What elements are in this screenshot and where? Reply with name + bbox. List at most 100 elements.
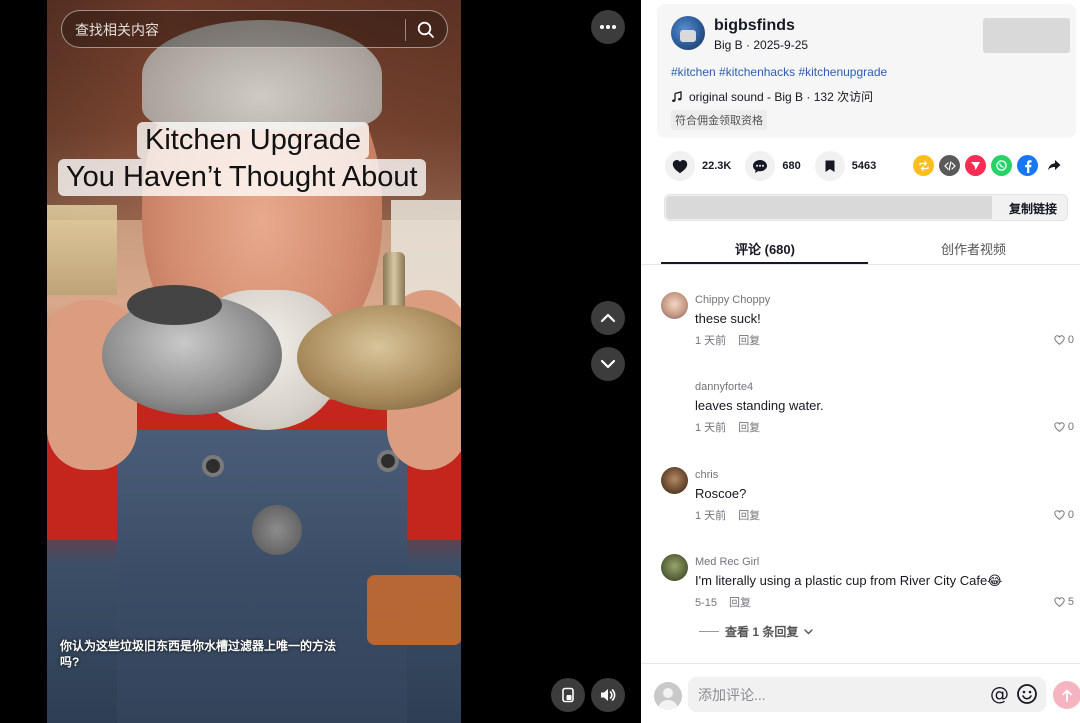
search-bar[interactable]	[61, 10, 448, 48]
reply-button[interactable]: 回复	[738, 422, 760, 434]
like-count: 22.3K	[702, 160, 732, 172]
video-leather-strap	[367, 575, 461, 645]
ellipsis-icon	[600, 25, 616, 29]
action-bar: 22.3K 680 5463	[665, 150, 890, 182]
comment-text: Roscoe?	[695, 486, 747, 501]
comment-meta: 5-15 回复	[695, 594, 751, 610]
hashtag-link[interactable]: #kitchen	[671, 65, 716, 79]
code-icon	[943, 160, 956, 171]
panel-tabs: 评论 (680) 创作者视频	[641, 231, 1080, 265]
hashtag-link[interactable]: #kitchenhacks	[719, 65, 795, 79]
share-link-field[interactable]	[666, 196, 992, 219]
save-button[interactable]: 5463	[814, 151, 877, 181]
arrow-up-icon	[1062, 689, 1072, 702]
tab-creator-videos[interactable]: 创作者视频	[941, 239, 1006, 258]
video-strainer-knob	[127, 285, 222, 325]
comment-like-count: 0	[1067, 421, 1074, 433]
mini-player-button[interactable]	[551, 678, 585, 712]
view-replies-label: 查看 1 条回复	[725, 625, 799, 639]
comment-composer: @	[641, 663, 1080, 723]
comment-meta: 1 天前 回复	[695, 507, 760, 523]
comment-bubble-icon	[753, 159, 768, 173]
facebook-share-button[interactable]	[1017, 155, 1038, 176]
comment-meta: 1 天前 回复	[695, 332, 760, 348]
repost-button[interactable]	[913, 155, 934, 176]
video-title-line-2: You Haven’t Thought About	[58, 159, 426, 196]
hashtag-link[interactable]: #kitchenupgrade	[798, 65, 887, 79]
commenter-name[interactable]: chris	[695, 469, 718, 481]
comment-date: 1 天前	[695, 335, 727, 347]
tiktok-video-page: Kitchen Upgrade You Haven’t Thought Abou…	[0, 0, 1080, 723]
comment-like-count: 5	[1067, 596, 1074, 608]
comment-date: 1 天前	[695, 510, 727, 522]
previous-video-button[interactable]	[591, 301, 625, 335]
author-avatar[interactable]	[671, 16, 705, 50]
commission-badge: 符合佣金领取资格	[671, 110, 767, 130]
save-count: 5463	[851, 160, 877, 172]
emoji-icon[interactable]	[1016, 683, 1038, 705]
volume-button[interactable]	[591, 678, 625, 712]
follow-button[interactable]	[983, 18, 1070, 53]
commenter-name[interactable]: Med Rec Girl	[695, 556, 759, 568]
send-icon	[971, 162, 980, 170]
picture-in-picture-icon	[562, 687, 574, 703]
current-user-avatar[interactable]	[654, 682, 682, 710]
commenter-avatar[interactable]	[661, 554, 688, 581]
search-input[interactable]	[75, 20, 375, 40]
reply-button[interactable]: 回复	[738, 335, 760, 347]
music-info[interactable]: original sound - Big B · 132 次访问	[671, 88, 873, 105]
reply-button[interactable]: 回复	[729, 597, 751, 609]
mention-button[interactable]: @	[990, 683, 1009, 705]
speaker-icon	[601, 689, 616, 701]
commenter-avatar[interactable]	[661, 467, 688, 494]
heart-outline-icon	[1054, 597, 1065, 607]
author-subline: Big B · 2025-9-25	[714, 38, 809, 52]
send-to-friend-button[interactable]	[965, 155, 986, 176]
facebook-icon	[1024, 159, 1032, 173]
comment-input[interactable]	[698, 685, 978, 705]
comment-count: 680	[782, 160, 801, 172]
replies-divider	[699, 631, 719, 632]
video-stage: Kitchen Upgrade You Haven’t Thought Abou…	[0, 0, 641, 723]
view-replies-button[interactable]: 查看 1 条回复	[699, 623, 814, 640]
comment-input-box[interactable]: @	[688, 677, 1046, 712]
more-share-button[interactable]	[1043, 155, 1064, 176]
comment-like-button[interactable]: 0	[1054, 509, 1074, 521]
send-comment-button[interactable]	[1053, 681, 1080, 709]
comment-like-button[interactable]: 0	[1054, 334, 1074, 346]
video-apron	[117, 430, 407, 723]
share-row	[913, 155, 1064, 176]
comment-like-count: 0	[1067, 509, 1074, 521]
comment-button[interactable]: 680	[745, 151, 801, 181]
details-panel: bigbsfinds Big B · 2025-9-25 #kitchen #k…	[641, 0, 1080, 723]
video-window	[47, 205, 117, 295]
save-icon-wrap	[814, 151, 845, 181]
embed-button[interactable]	[939, 155, 960, 176]
commenter-name[interactable]: Chippy Choppy	[695, 294, 770, 306]
more-options-button[interactable]	[591, 10, 625, 44]
author-username[interactable]: bigbsfinds	[714, 17, 795, 35]
video-caption: 你认为这些垃圾旧东西是你水槽过滤器上唯一的方法吗?	[60, 639, 337, 669]
comment-like-button[interactable]: 0	[1054, 421, 1074, 433]
comment-date: 5-15	[695, 597, 718, 609]
like-icon-wrap	[665, 151, 695, 181]
like-button[interactable]: 22.3K	[665, 151, 731, 181]
search-divider	[405, 19, 406, 41]
commenter-name[interactable]: dannyforte4	[695, 381, 753, 393]
comment-like-button[interactable]: 5	[1054, 596, 1074, 608]
copy-link-button[interactable]: 复制链接	[1009, 200, 1057, 217]
video-player[interactable]	[47, 0, 461, 723]
reply-button[interactable]: 回复	[738, 510, 760, 522]
whatsapp-icon	[996, 160, 1007, 171]
next-video-button[interactable]	[591, 347, 625, 381]
tab-comments[interactable]: 评论 (680)	[735, 239, 795, 258]
chevron-down-icon	[600, 359, 616, 369]
search-button[interactable]	[412, 16, 440, 44]
chevron-up-icon	[600, 313, 616, 323]
whatsapp-share-button[interactable]	[991, 155, 1012, 176]
music-label: original sound - Big B · 132 次访问	[689, 90, 874, 104]
share-arrow-icon	[1047, 160, 1060, 171]
comment-like-count: 0	[1067, 334, 1074, 346]
repost-icon	[918, 160, 929, 171]
commenter-avatar[interactable]	[661, 292, 688, 319]
